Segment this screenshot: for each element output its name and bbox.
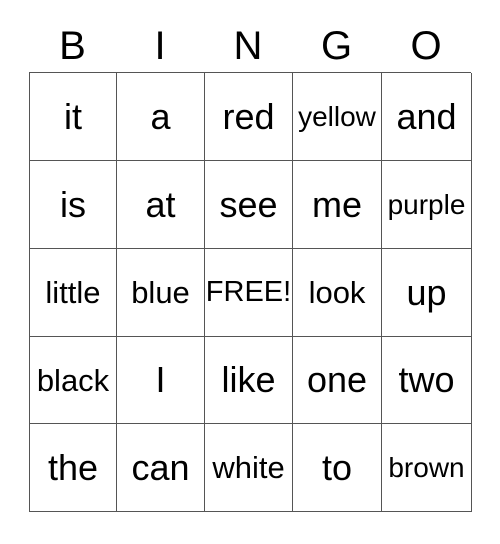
bingo-cell-text: look: [308, 275, 366, 310]
bingo-cell-text: brown: [388, 451, 465, 483]
bingo-cell-text: blue: [131, 275, 190, 310]
bingo-cell-o4[interactable]: two: [382, 337, 472, 424]
bingo-cell-o1[interactable]: and: [382, 73, 472, 161]
bingo-cell-text: and: [396, 95, 457, 137]
bingo-cell-n1[interactable]: red: [205, 73, 293, 161]
bingo-cell-text: is: [60, 183, 86, 225]
bingo-cell-i4[interactable]: I: [117, 337, 205, 424]
bingo-cell-o3[interactable]: up: [382, 249, 472, 337]
bingo-cell-b2[interactable]: is: [30, 161, 117, 249]
bingo-header-letter-n: N: [233, 24, 263, 68]
bingo-grid: it a red yellow and is at see me purple …: [29, 72, 472, 512]
bingo-cell-g4[interactable]: one: [293, 337, 382, 424]
bingo-cell-b1[interactable]: it: [30, 73, 117, 161]
bingo-cell-b3[interactable]: little: [30, 249, 117, 337]
bingo-cell-text: a: [150, 95, 171, 137]
bingo-cell-text: at: [145, 183, 176, 225]
bingo-cell-text: me: [311, 183, 362, 225]
bingo-header-letter-i: I: [154, 24, 166, 68]
bingo-header-letter-b: B: [59, 24, 86, 68]
bingo-cell-text: white: [212, 450, 285, 485]
bingo-cell-text: yellow: [298, 100, 376, 132]
bingo-cell-text: black: [36, 362, 110, 398]
bingo-cell-n2[interactable]: see: [205, 161, 293, 249]
bingo-header-letter-o: O: [410, 24, 442, 68]
bingo-card: B I N G O it a red yellow and is at see …: [29, 20, 472, 512]
bingo-cell-i3[interactable]: blue: [117, 249, 205, 337]
bingo-cell-b5[interactable]: the: [30, 424, 117, 512]
bingo-cell-text: the: [47, 446, 99, 488]
bingo-cell-text: it: [64, 95, 82, 137]
bingo-cell-text: two: [398, 359, 455, 400]
bingo-cell-text: one: [306, 359, 368, 400]
bingo-cell-text: little: [45, 275, 101, 310]
bingo-cell-text: see: [219, 183, 278, 225]
bingo-cell-g2[interactable]: me: [293, 161, 382, 249]
bingo-free-space-label: FREE!: [205, 276, 292, 308]
bingo-cell-text: I: [155, 359, 166, 400]
bingo-cell-o2[interactable]: purple: [382, 161, 472, 249]
bingo-header-row: B I N G O: [29, 20, 471, 72]
bingo-cell-text: to: [321, 446, 353, 488]
bingo-cell-g1[interactable]: yellow: [293, 73, 382, 161]
bingo-cell-free-space[interactable]: FREE!: [205, 249, 293, 337]
bingo-cell-text: up: [406, 271, 447, 313]
bingo-header-letter-g: G: [320, 24, 353, 68]
bingo-cell-text: like: [221, 359, 276, 400]
bingo-cell-n4[interactable]: like: [205, 337, 293, 424]
bingo-cell-i2[interactable]: at: [117, 161, 205, 249]
bingo-cell-i5[interactable]: can: [117, 424, 205, 512]
bingo-cell-text: red: [222, 95, 275, 137]
bingo-cell-g3[interactable]: look: [293, 249, 382, 337]
bingo-cell-b4[interactable]: black: [30, 337, 117, 424]
bingo-cell-n5[interactable]: white: [205, 424, 293, 512]
bingo-cell-o5[interactable]: brown: [382, 424, 472, 512]
bingo-cell-text: can: [131, 446, 190, 488]
bingo-cell-g5[interactable]: to: [293, 424, 382, 512]
bingo-cell-text: purple: [387, 188, 466, 220]
bingo-cell-i1[interactable]: a: [117, 73, 205, 161]
